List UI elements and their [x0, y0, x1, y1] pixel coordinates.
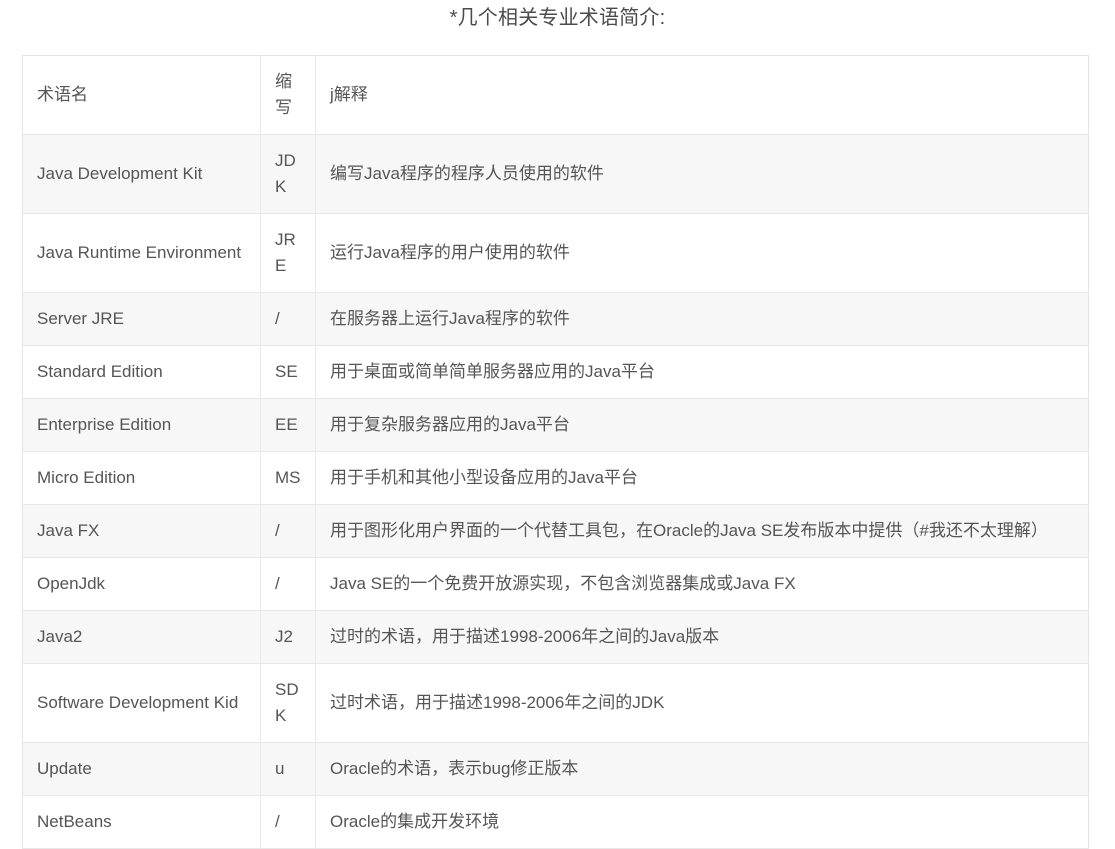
cell-description: Java SE的一个免费开放源实现，不包含浏览器集成或Java FX — [315, 557, 1089, 611]
table-row: Java FX / 用于图形化用户界面的一个代替工具包，在Oracle的Java S… — [22, 504, 1089, 558]
page-title: *几个相关专业术语简介: — [449, 7, 666, 29]
cell-term: Standard Edition — [22, 345, 261, 399]
table-row: Standard Edition SE 用于桌面或简单简单服务器应用的Java平台 — [22, 345, 1089, 399]
cell-term: Micro Edition — [22, 451, 261, 505]
cell-description: 用于图形化用户界面的一个代替工具包，在Oracle的Java SE发布版本中提供… — [315, 504, 1089, 558]
table-header: 术语名 缩写 j解释 — [22, 55, 1089, 135]
table-row: NetBeans / Oracle的集成开发环境 — [22, 795, 1089, 849]
table-row: Update u Oracle的术语，表示bug修正版本 — [22, 742, 1089, 796]
cell-abbreviation: SE — [260, 345, 316, 399]
cell-description: 过时术语，用于描述1998-2006年之间的JDK — [315, 663, 1089, 743]
cell-abbreviation: J2 — [260, 610, 316, 664]
cell-term: Java Runtime Environment — [22, 213, 261, 293]
cell-abbreviation: MS — [260, 451, 316, 505]
cell-term: Java FX — [22, 504, 261, 558]
cell-description: 运行Java程序的用户使用的软件 — [315, 213, 1089, 293]
cell-abbreviation: EE — [260, 398, 316, 452]
cell-term: OpenJdk — [22, 557, 261, 611]
cell-term: Enterprise Edition — [22, 398, 261, 452]
terminology-table-container: 术语名 缩写 j解释 Java Development Kit JDK 编写Java… — [22, 55, 1089, 849]
cell-abbreviation: SDK — [260, 663, 316, 743]
table-row: Micro Edition MS 用于手机和其他小型设备应用的Java平台 — [22, 451, 1089, 505]
cell-abbreviation: / — [260, 557, 316, 611]
table-row: Java Development Kit JDK 编写Java程序的程序人员使用的软… — [22, 134, 1089, 214]
cell-abbreviation: / — [260, 795, 316, 849]
table-row: OpenJdk / Java SE的一个免费开放源实现，不包含浏览器集成或Java … — [22, 557, 1089, 611]
cell-abbreviation: JDK — [260, 134, 316, 214]
cell-term: Software Development Kid — [22, 663, 261, 743]
cell-term: Update — [22, 742, 261, 796]
table-row: Java2 J2 过时的术语，用于描述1998-2006年之间的Java版本 — [22, 610, 1089, 664]
table-row: Server JRE / 在服务器上运行Java程序的软件 — [22, 292, 1089, 346]
cell-term: Server JRE — [22, 292, 261, 346]
cell-term: Java Development Kit — [22, 134, 261, 214]
cell-description: 用于复杂服务器应用的Java平台 — [315, 398, 1089, 452]
table-row: Enterprise Edition EE 用于复杂服务器应用的Java平台 — [22, 398, 1089, 452]
cell-description: Oracle的术语，表示bug修正版本 — [315, 742, 1089, 796]
cell-abbreviation: JRE — [260, 213, 316, 293]
cell-description: 编写Java程序的程序人员使用的软件 — [315, 134, 1089, 214]
cell-abbreviation: / — [260, 292, 316, 346]
cell-description: Oracle的集成开发环境 — [315, 795, 1089, 849]
cell-abbreviation: / — [260, 504, 316, 558]
table-row: Software Development Kid SDK 过时术语，用于描述1998… — [22, 663, 1089, 743]
column-header-description: j解释 — [315, 55, 1089, 135]
table-body: Java Development Kit JDK 编写Java程序的程序人员使用的软… — [22, 134, 1089, 849]
cell-abbreviation: u — [260, 742, 316, 796]
cell-description: 在服务器上运行Java程序的软件 — [315, 292, 1089, 346]
column-header-term: 术语名 — [22, 55, 261, 135]
cell-description: 用于手机和其他小型设备应用的Java平台 — [315, 451, 1089, 505]
terminology-table: 术语名 缩写 j解释 Java Development Kit JDK 编写Java… — [22, 55, 1089, 849]
cell-description: 用于桌面或简单简单服务器应用的Java平台 — [315, 345, 1089, 399]
cell-description: 过时的术语，用于描述1998-2006年之间的Java版本 — [315, 610, 1089, 664]
cell-term: Java2 — [22, 610, 261, 664]
column-header-abbreviation: 缩写 — [260, 55, 316, 135]
page-root: *几个相关专业术语简介: 术语名 缩写 j解释 Java Development… — [0, 0, 1115, 849]
cell-term: NetBeans — [22, 795, 261, 849]
table-header-row: 术语名 缩写 j解释 — [22, 55, 1089, 135]
table-row: Java Runtime Environment JRE 运行Java程序的用户使用… — [22, 213, 1089, 293]
